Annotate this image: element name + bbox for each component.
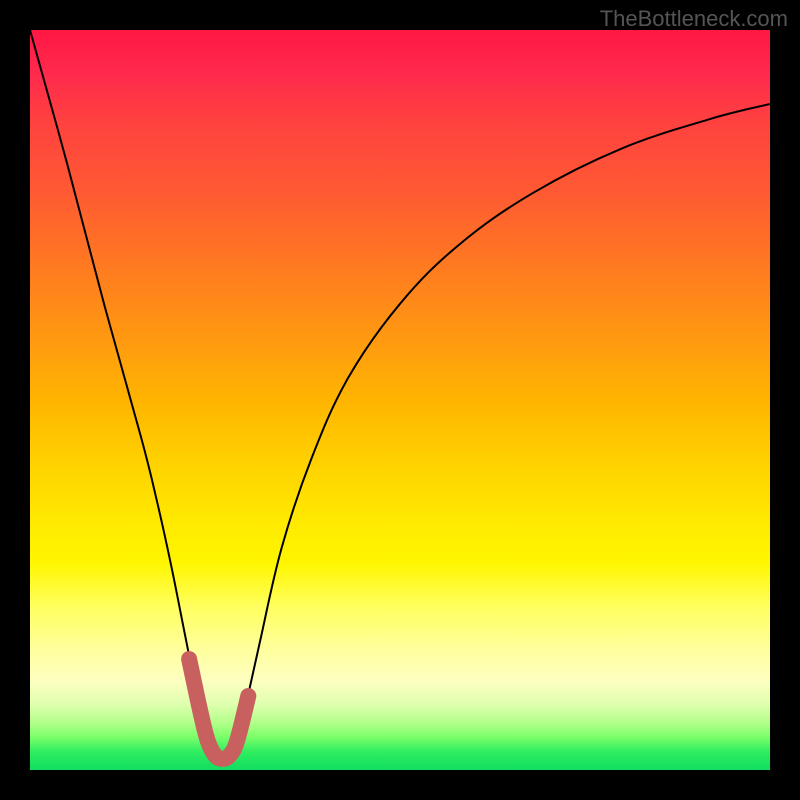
bottleneck-curve [30,30,770,759]
chart-container: TheBottleneck.com [0,0,800,800]
watermark-text: TheBottleneck.com [600,6,788,32]
plot-area [30,30,770,770]
curve-svg [30,30,770,770]
optimal-highlight [189,659,248,759]
